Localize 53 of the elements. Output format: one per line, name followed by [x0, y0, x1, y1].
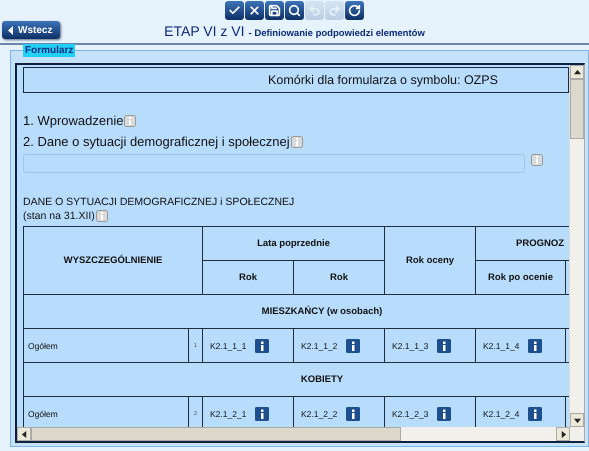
cancel-button[interactable] [245, 1, 264, 20]
scroll-up-icon [574, 68, 580, 76]
confirm-button[interactable] [225, 1, 244, 20]
cell-code: K2.1_2_3 [392, 408, 428, 418]
info-icon[interactable] [528, 406, 542, 420]
info-icon[interactable] [255, 338, 270, 352]
info-icon[interactable] [346, 338, 360, 352]
cell-code: K2.1_2_1 [210, 408, 246, 418]
cell-code: K2.1_1_2 [301, 340, 338, 350]
table-caption: (stan na 31.XII) [23, 209, 95, 223]
redo-icon [328, 4, 341, 17]
scroll-down-icon [574, 416, 580, 424]
column-header: Rok [202, 260, 294, 294]
info-icon[interactable] [255, 406, 270, 420]
column-header: Rok po ocenie [476, 260, 566, 294]
column-header: Rok oceny [384, 226, 476, 294]
page-subtitle: - Definiowanie podpowiedzi elementów [248, 28, 425, 39]
scroll-right-icon [560, 430, 566, 438]
table-cell: Ogółem [24, 328, 188, 362]
info-icon[interactable] [528, 338, 542, 352]
cell-code: K2.1_1_3 [392, 340, 428, 350]
input-field[interactable] [23, 154, 525, 173]
save-icon [268, 4, 281, 17]
back-button[interactable]: Wstecz [2, 21, 60, 39]
info-icon[interactable] [437, 338, 452, 352]
back-arrow-icon [8, 26, 13, 34]
scroll-left-icon [20, 430, 28, 438]
cell-code: K2.1_1_4 [483, 340, 520, 350]
form-heading: Komórki dla formularza o symbolu: OZPS [23, 67, 569, 93]
section-title: 2. Dane o sytuacji demograficznej i społecznej [23, 134, 290, 149]
check-icon [228, 4, 241, 17]
refresh-icon [348, 4, 361, 17]
close-icon [248, 4, 261, 17]
undo-icon [308, 4, 321, 17]
page-title: ETAP VI z VI [164, 23, 245, 39]
refresh-button[interactable] [345, 1, 364, 20]
scrollbar-thumb[interactable] [31, 427, 401, 441]
section-title: 1. Wprowadzenie [23, 113, 124, 128]
horizontal-scrollbar[interactable] [17, 427, 584, 441]
table-caption: DANE O SYTUACJI DEMOGRAFICZNEJ i SPOŁECZNEJ [23, 195, 294, 209]
panel-legend: Formularz [23, 44, 76, 57]
cell-code: K2.1_1_1 [210, 340, 246, 350]
info-icon[interactable] [346, 406, 360, 420]
search-icon [288, 4, 301, 17]
column-header: Lata poprzednie [202, 226, 385, 260]
cell-code: K2.1_2_2 [301, 408, 338, 418]
search-button[interactable] [285, 1, 304, 20]
info-icon[interactable] [437, 406, 452, 420]
scrollbar-thumb[interactable] [570, 79, 584, 139]
cell-code: K2.1_2_4 [483, 408, 520, 418]
vertical-scrollbar[interactable] [569, 65, 584, 427]
save-button[interactable] [265, 1, 284, 20]
column-header: WYSZCZEGÓLNIENIE [24, 226, 203, 294]
